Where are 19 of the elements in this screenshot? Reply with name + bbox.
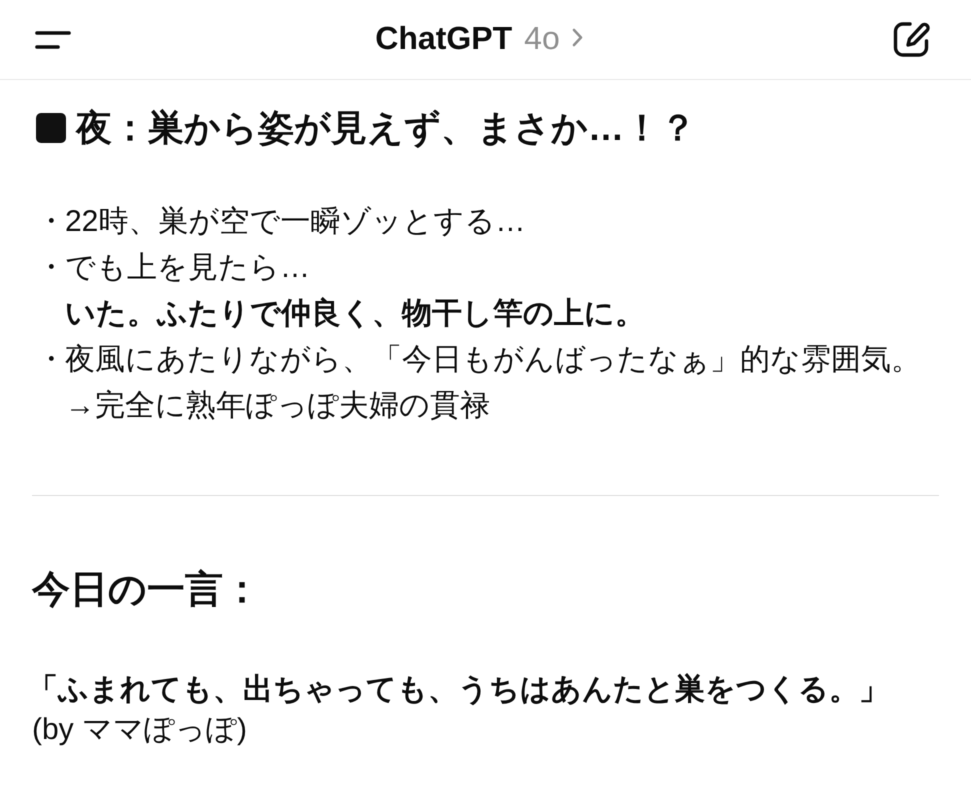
body-text: →完全に熟年ぽっぽ夫婦の貫禄: [65, 388, 490, 424]
body-text: でも上を見たら…: [65, 250, 310, 286]
chevron-right-icon: [572, 28, 583, 47]
app-title: ChatGPT: [375, 18, 512, 58]
section-heading: 夜：巣から姿が見えず、まさか…！？: [76, 106, 696, 150]
bullet-mark: ・: [36, 342, 65, 378]
bullet-mark: ・: [36, 204, 65, 240]
attribution-text: (by ママぽっぽ): [32, 712, 247, 748]
menu-icon[interactable]: [35, 30, 71, 48]
model-label: 4o: [524, 18, 560, 58]
model-selector[interactable]: ChatGPT 4o: [375, 18, 583, 58]
section-heading: 今日の一言：: [32, 568, 261, 613]
bullet-mark: ・: [36, 250, 65, 286]
quote-text: 「ふまれても、出ちゃっても、うちはあんたと巣をつくる。」: [28, 672, 889, 708]
body-text: いた。ふたりで仲良く、物干し竿の上に。: [65, 296, 645, 332]
square-icon: [36, 113, 66, 143]
body-text: 夜風にあたりながら、「今日もがんばったなぁ」的な雰囲気。: [65, 342, 921, 378]
new-chat-icon[interactable]: [892, 21, 931, 58]
body-text: 22時、巣が空で一瞬ゾッとする…: [65, 204, 526, 240]
